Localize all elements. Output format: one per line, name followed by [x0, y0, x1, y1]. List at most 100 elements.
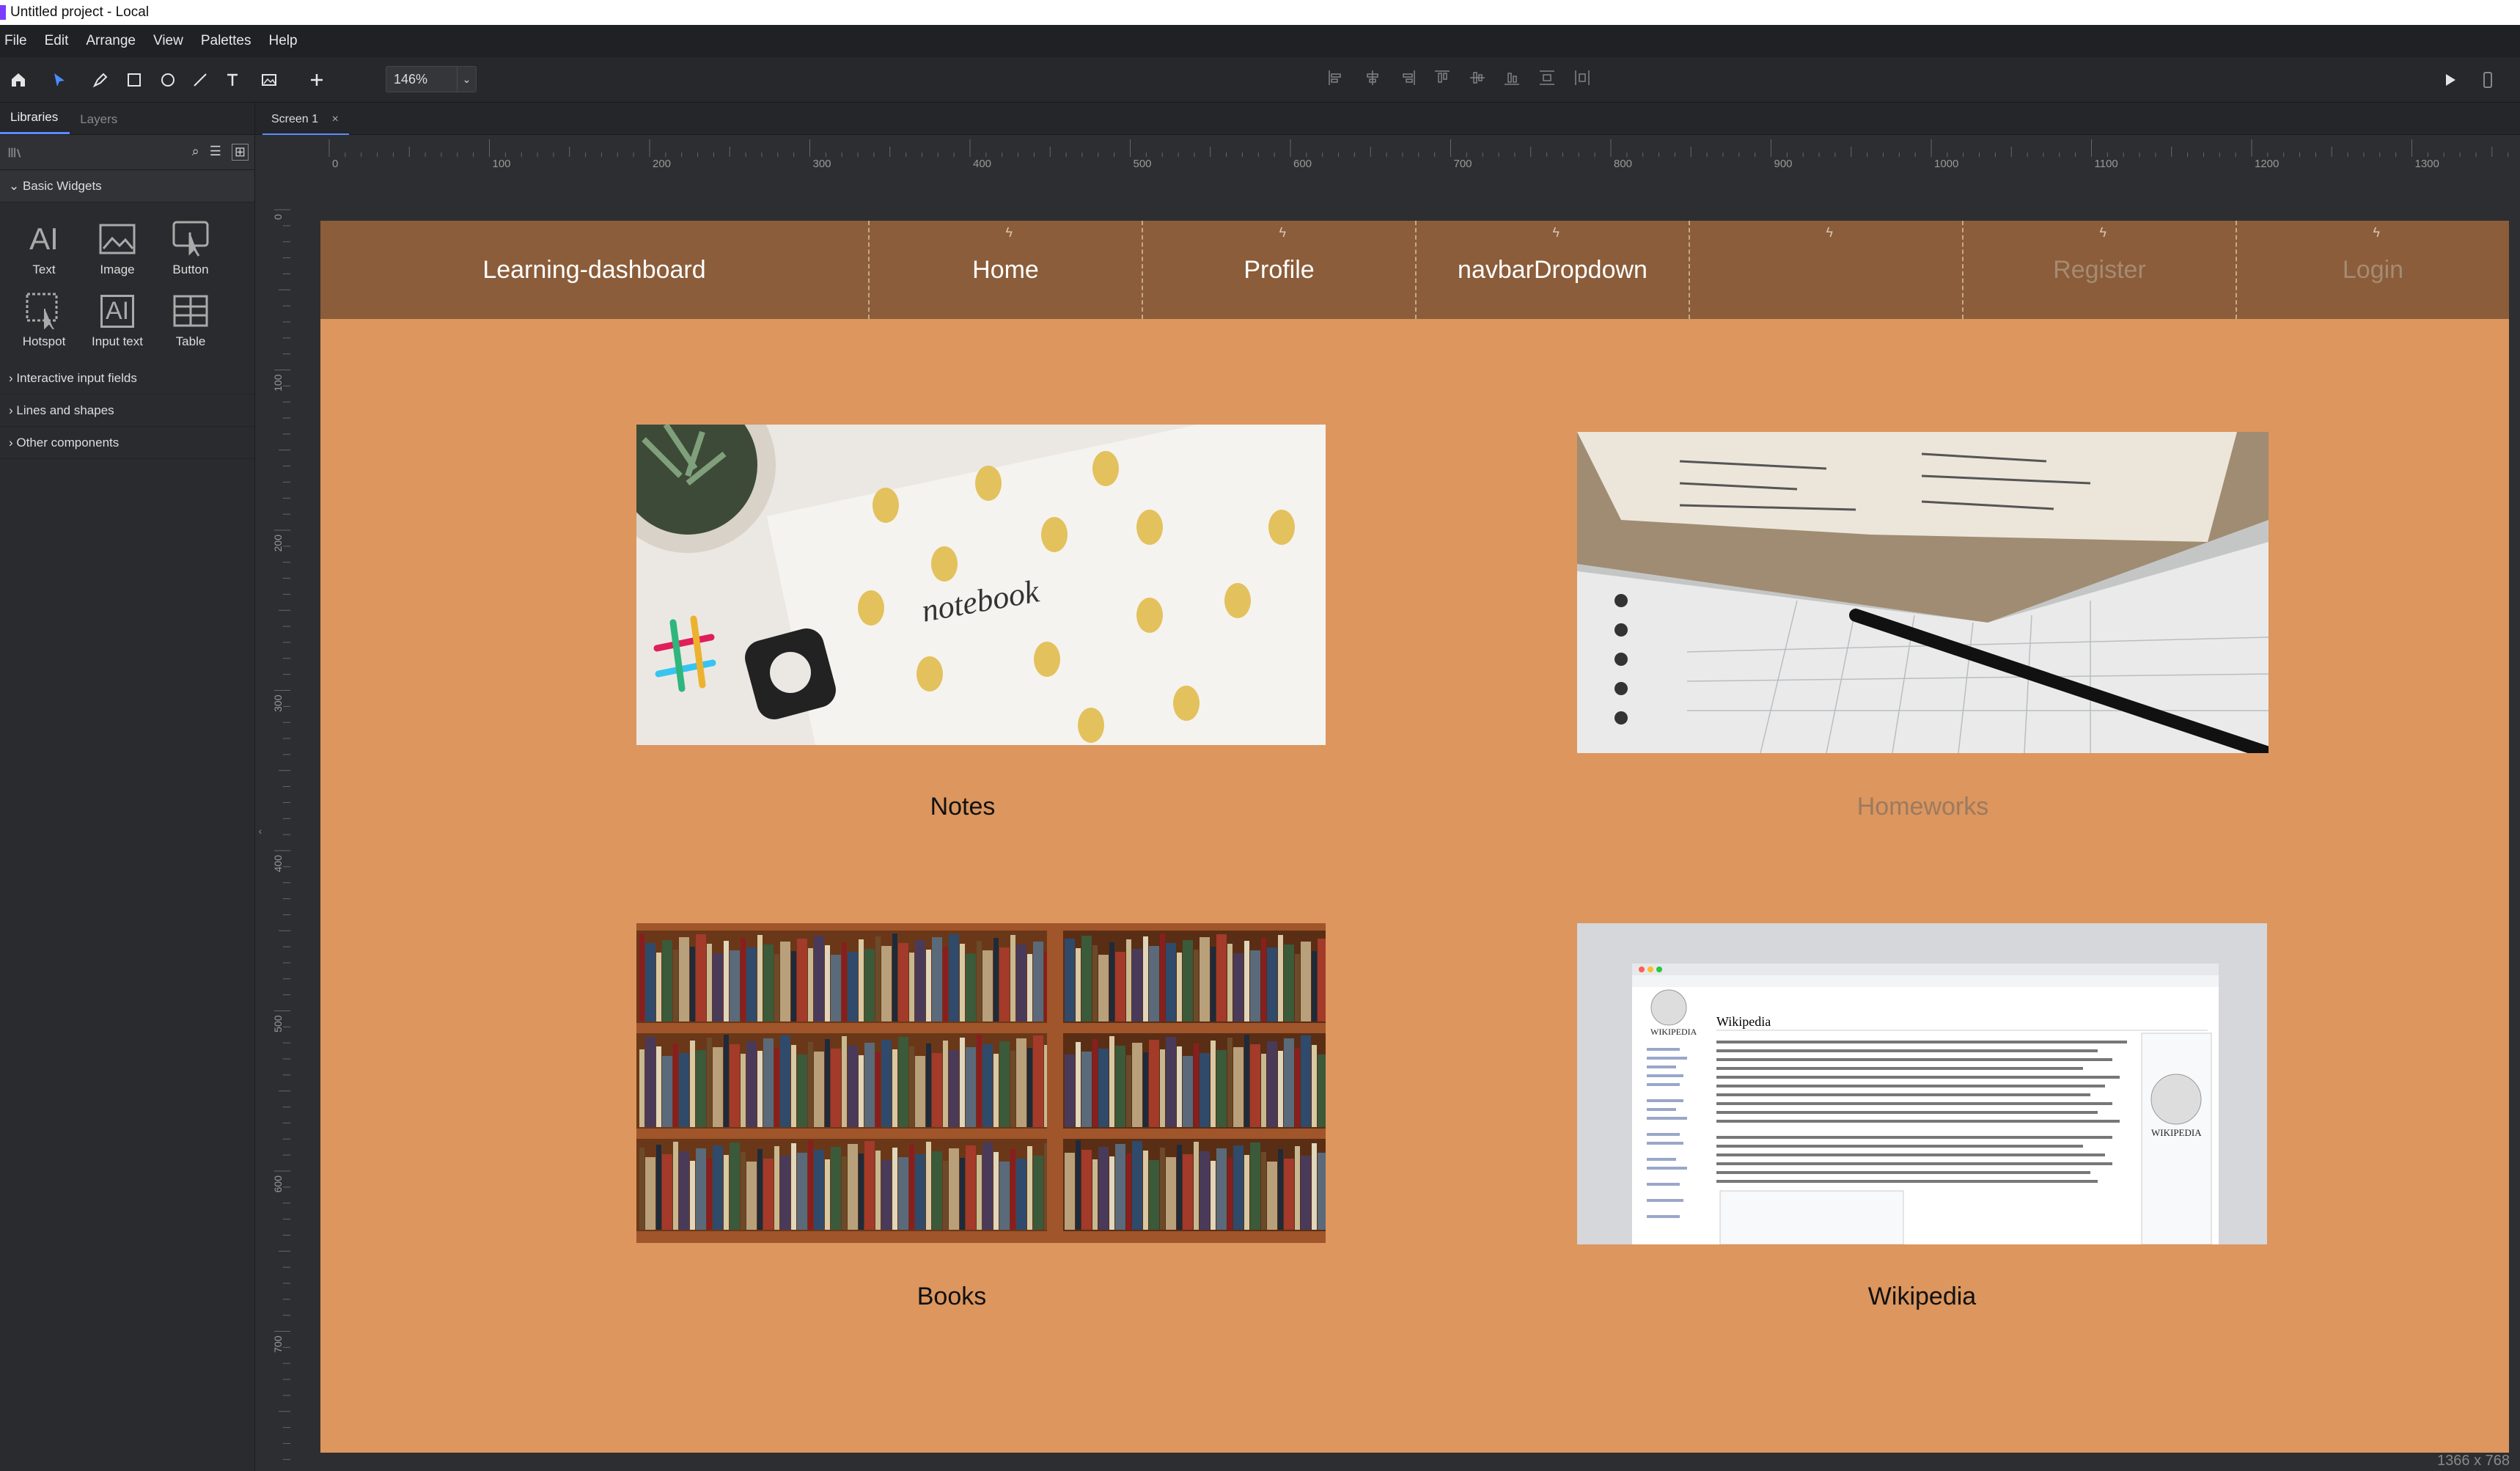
book-spine [1065, 939, 1075, 1021]
notes-label[interactable]: Notes [636, 793, 1289, 821]
tab-libraries[interactable]: Libraries [0, 110, 70, 134]
widget-image[interactable]: Image [81, 216, 154, 277]
menu-help[interactable]: Help [268, 33, 297, 49]
title-bar: Untitled project - Local [0, 0, 2520, 25]
section-lines-and-shapes[interactable]: › Lines and shapes [0, 395, 254, 427]
wikipedia-label[interactable]: Wikipedia [1577, 1283, 2267, 1311]
books-label[interactable]: Books [636, 1283, 1267, 1311]
menu-arrange[interactable]: Arrange [86, 33, 136, 49]
books-image[interactable] [636, 923, 1326, 1243]
libraries-panel: Libraries Layers ⌕ ☰ ⊞ ⌄ Basic Widgets A… [0, 103, 255, 1471]
line-tool-icon[interactable] [188, 67, 213, 92]
book-spine [1010, 1149, 1015, 1230]
book-spine [1312, 1045, 1317, 1127]
collapse-panel-icon[interactable]: ‹ [255, 820, 265, 842]
nav-item-register[interactable]: ϟ Register [1962, 221, 2236, 319]
chevron-down-icon[interactable]: ⌄ [457, 67, 476, 92]
book-spine [1227, 1038, 1233, 1127]
grid-view-icon[interactable]: ⊞ [231, 144, 249, 161]
navbar[interactable]: Learning-dashboard ϟ Home ϟ Profile ϟ na… [320, 221, 2509, 319]
navbar-brand[interactable]: Learning-dashboard [320, 221, 868, 319]
book-spine [1194, 1142, 1199, 1230]
nav-item-profile[interactable]: ϟ Profile [1142, 221, 1415, 319]
notes-image[interactable]: notebook [636, 425, 1326, 745]
menu-view[interactable]: View [153, 33, 183, 49]
book-spine [943, 1041, 948, 1127]
book-spine [1132, 1043, 1142, 1127]
ellipse-tool-icon[interactable] [155, 67, 180, 92]
play-icon[interactable] [2437, 67, 2462, 92]
tab-layers[interactable]: Layers [70, 112, 129, 134]
align-right-icon[interactable] [1399, 69, 1417, 87]
book-spine [892, 933, 897, 1021]
book-spine [757, 1051, 763, 1127]
library-search-bar[interactable]: ⌕ ☰ ⊞ [0, 135, 254, 170]
book-spine [1183, 1056, 1193, 1127]
search-icon[interactable]: ⌕ [192, 144, 199, 161]
nav-item-dropdown[interactable]: ϟ navbarDropdown [1415, 221, 1689, 319]
device-preview-icon[interactable] [2475, 67, 2500, 92]
wikipedia-image[interactable]: WIKIPEDIA Wikipedia WIKIPEDIA [1577, 923, 2267, 1244]
book-spine [1250, 1142, 1260, 1230]
book-spine [1183, 940, 1193, 1021]
menu-edit[interactable]: Edit [45, 33, 69, 49]
close-icon[interactable]: × [332, 113, 339, 125]
section-label: Interactive input fields [16, 371, 137, 385]
align-middle-icon[interactable] [1469, 69, 1486, 87]
menu-palettes[interactable]: Palettes [201, 33, 251, 49]
book-spine [1115, 1046, 1125, 1127]
widget-button[interactable]: Button [154, 216, 227, 277]
chevron-right-icon: › [9, 436, 17, 450]
screen-artboard[interactable]: Learning-dashboard ϟ Home ϟ Profile ϟ na… [320, 221, 2509, 1453]
book-spine [977, 1155, 982, 1230]
book-spine [1109, 1036, 1114, 1127]
add-component-icon[interactable] [299, 67, 334, 92]
rectangle-tool-icon[interactable] [122, 67, 147, 92]
interaction-bolt-icon: ϟ [2373, 225, 2381, 240]
align-top-icon[interactable] [1433, 69, 1451, 87]
book-spine [690, 1161, 695, 1230]
align-left-icon[interactable] [1327, 69, 1345, 87]
tab-screen-1[interactable]: Screen 1 × [262, 107, 349, 135]
zoom-select[interactable]: 146% ⌄ [386, 66, 477, 92]
book-spine [1076, 1042, 1081, 1127]
book-spine [1027, 1146, 1032, 1230]
book-spine [926, 950, 931, 1021]
svg-text:Wikipedia: Wikipedia [1716, 1014, 1771, 1029]
align-bottom-icon[interactable] [1503, 69, 1521, 87]
widget-input-text[interactable]: AI Input text [81, 287, 154, 349]
book-spine [1109, 1156, 1114, 1230]
menu-file[interactable]: File [4, 33, 27, 49]
book-spine [1233, 953, 1244, 1021]
library-books-icon[interactable] [7, 144, 23, 161]
nav-item-login[interactable]: ϟ Login [2236, 221, 2509, 319]
nav-item-empty[interactable]: ϟ [1689, 221, 1962, 319]
widget-hotspot[interactable]: Hotspot [7, 287, 81, 349]
image-tool-icon[interactable] [257, 67, 282, 92]
homeworks-label[interactable]: Homeworks [1577, 793, 2269, 821]
distribute-horizontal-icon[interactable] [1573, 69, 1591, 87]
book-spine [960, 1038, 965, 1127]
widget-table[interactable]: Table [154, 287, 227, 349]
align-center-icon[interactable] [1364, 69, 1381, 87]
select-tool-icon[interactable] [47, 67, 72, 92]
book-spine [1081, 1052, 1092, 1127]
book-spine [679, 1053, 689, 1127]
widget-text[interactable]: AI Text [7, 216, 81, 277]
nav-item-home[interactable]: ϟ Home [868, 221, 1142, 319]
book-spine [1216, 1148, 1227, 1230]
home-icon[interactable] [6, 67, 31, 92]
book-spine [1081, 936, 1092, 1021]
book-spine [696, 1050, 706, 1127]
book-spine [639, 1148, 644, 1230]
section-interactive-input-fields[interactable]: › Interactive input fields [0, 362, 254, 395]
pen-tool-icon[interactable] [88, 67, 113, 92]
distribute-vertical-icon[interactable] [1538, 69, 1556, 87]
homeworks-image[interactable] [1577, 432, 2269, 753]
section-basic-widgets[interactable]: ⌄ Basic Widgets [0, 170, 254, 202]
text-tool-icon[interactable] [220, 67, 245, 92]
section-other-components[interactable]: › Other components [0, 427, 254, 459]
book-spine [797, 939, 807, 1021]
book-spine [1250, 1044, 1260, 1127]
list-view-icon[interactable]: ☰ [210, 144, 221, 161]
